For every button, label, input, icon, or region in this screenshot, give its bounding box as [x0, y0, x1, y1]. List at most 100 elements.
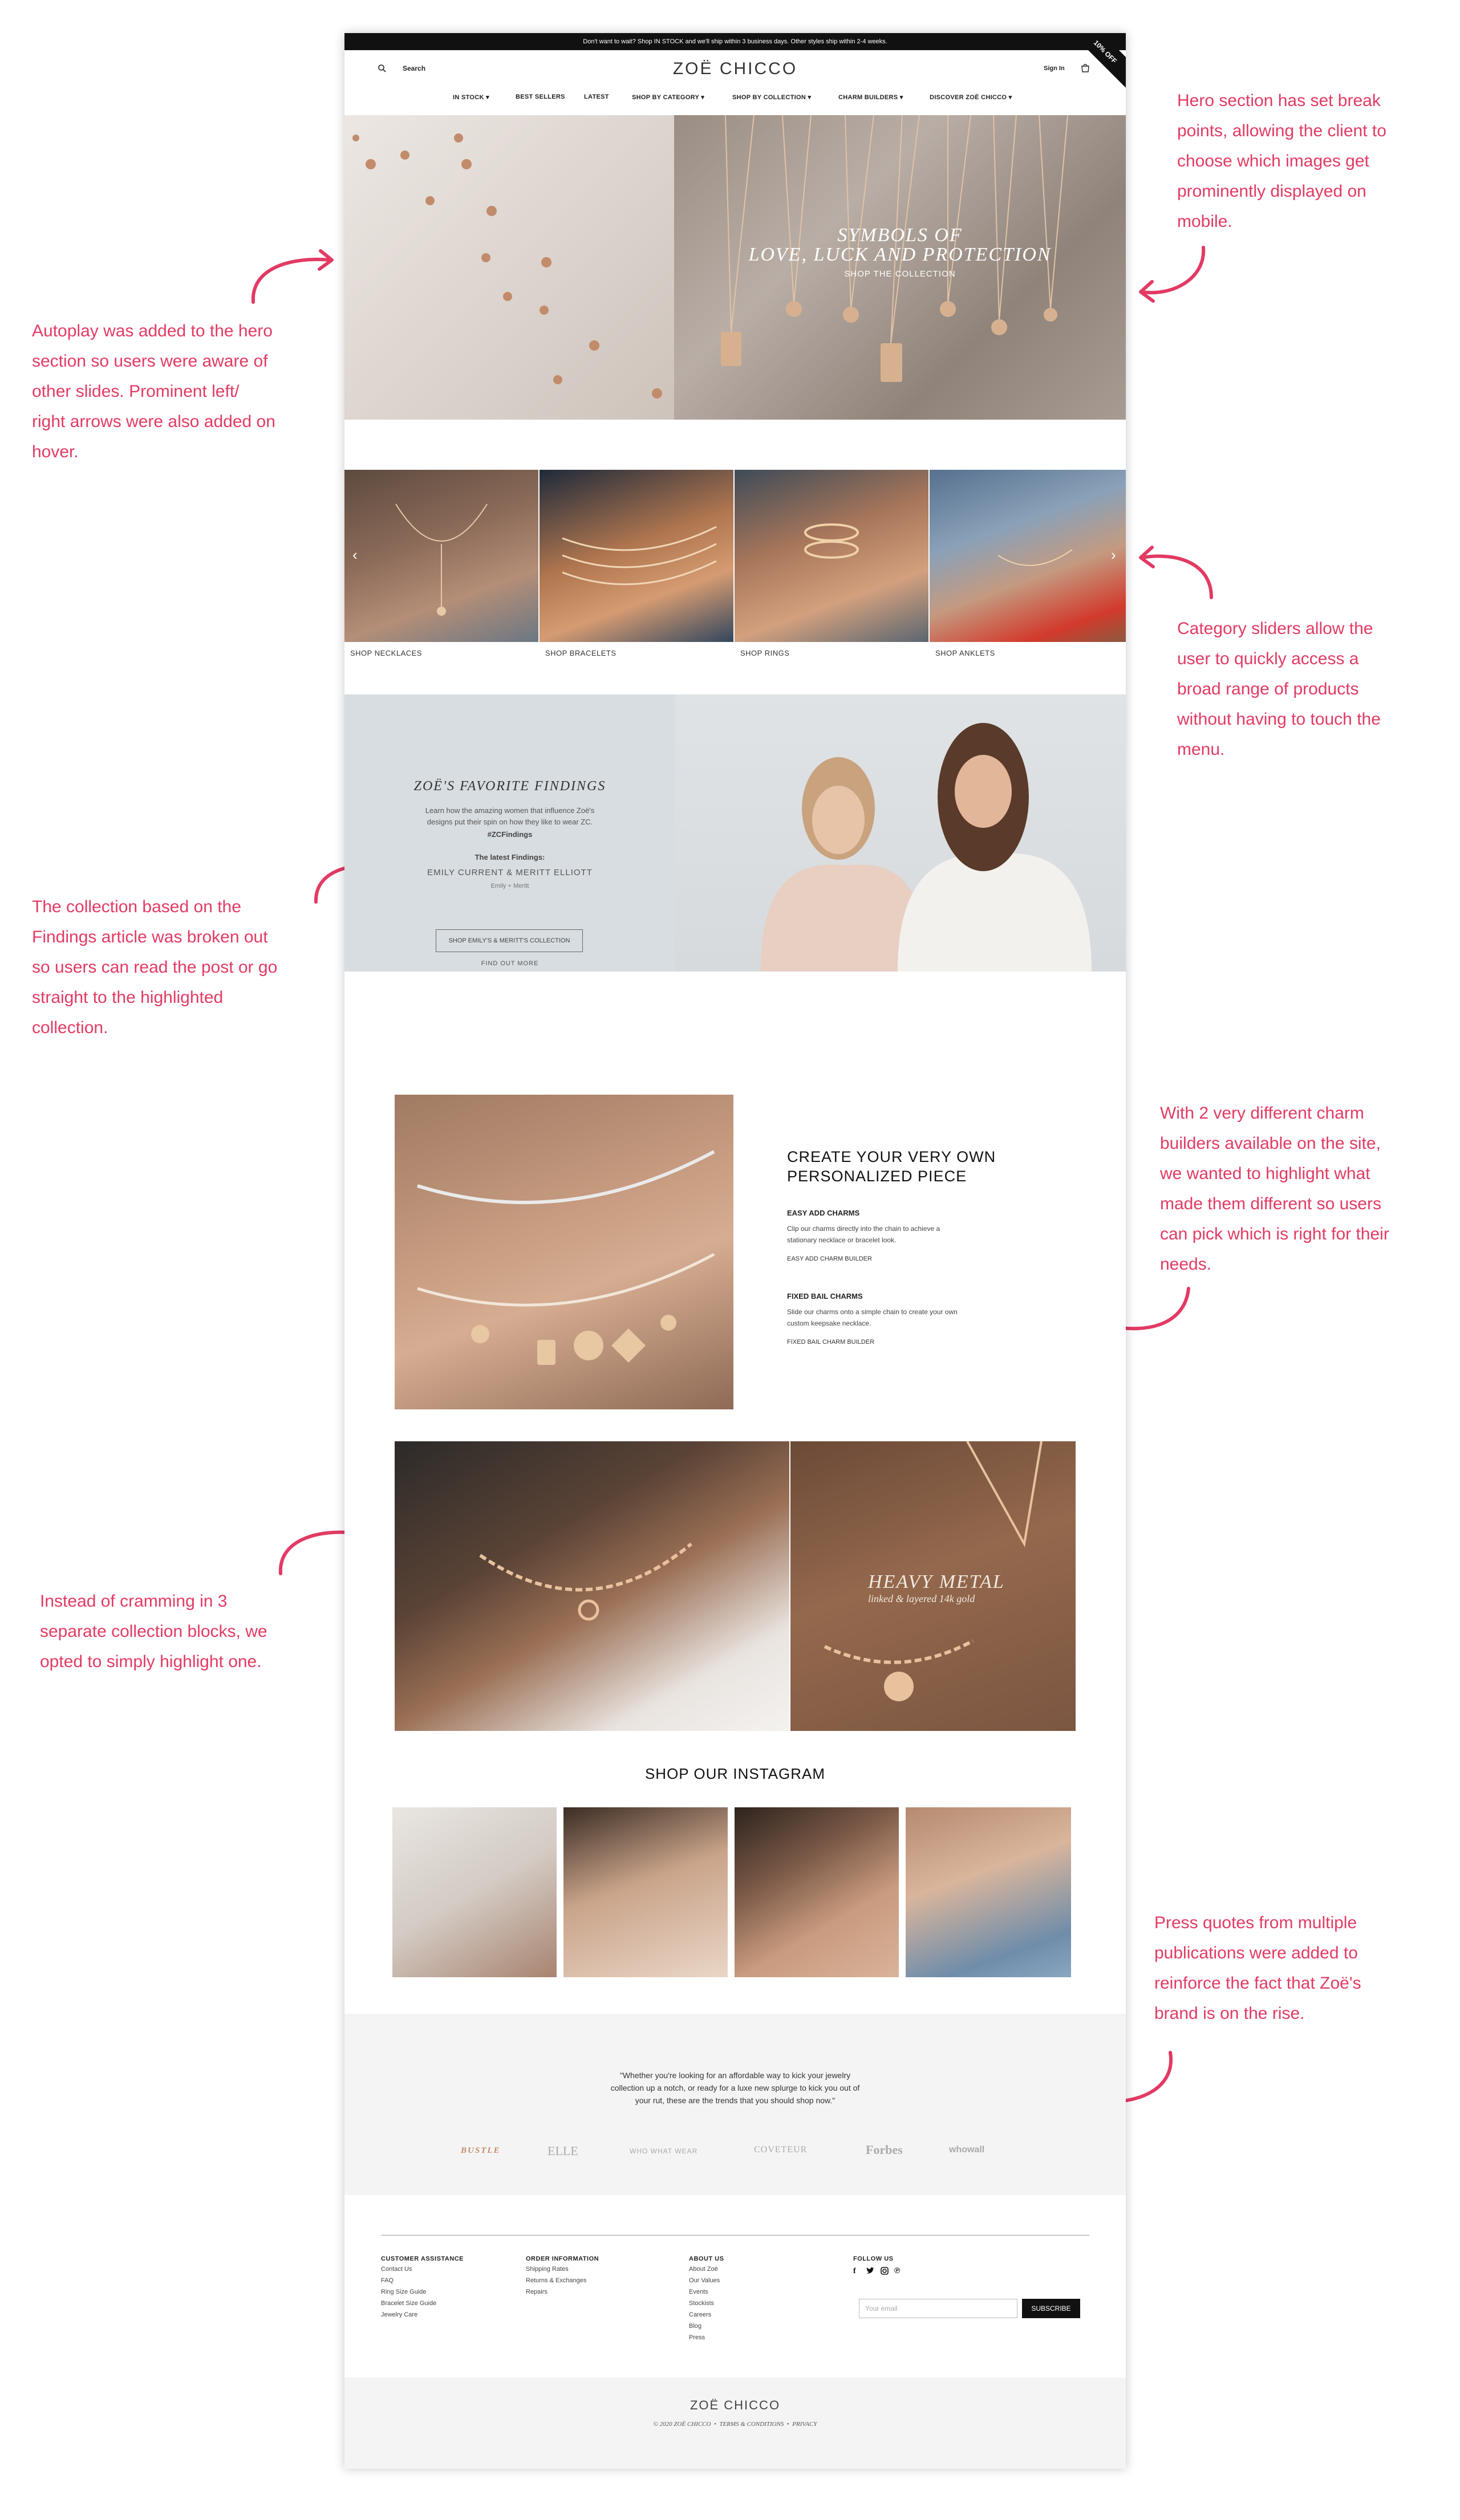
annotation-line: so users can read the post or go	[32, 958, 278, 977]
category-tile-bracelets[interactable]	[540, 470, 733, 642]
footer-link[interactable]: Events	[689, 2289, 708, 2295]
footer-link[interactable]: Stockists	[689, 2300, 714, 2307]
annotation-line: With 2 very different charm	[1160, 1104, 1364, 1123]
nav-label: DISCOVER ZOË CHICCO	[930, 94, 1007, 101]
nav-in-stock[interactable]: IN STOCK ▾	[453, 94, 489, 101]
annotation-line: collection.	[32, 1018, 108, 1037]
anklet-icon	[997, 549, 1073, 566]
annotation-line: choose which images get	[1177, 152, 1369, 170]
footer-link[interactable]: Our Values	[689, 2277, 720, 2284]
instagram-post-4[interactable]	[906, 1807, 1071, 1977]
footer-link[interactable]: Jewelry Care	[381, 2311, 417, 2318]
footer-link[interactable]: Ring Size Guide	[381, 2289, 427, 2295]
hero-cta[interactable]: SHOP THE COLLECTION	[674, 269, 1126, 279]
nav-best-sellers[interactable]: BEST SELLERS	[516, 94, 565, 100]
facebook-icon[interactable]: f	[853, 2267, 856, 2276]
collection-photo-left[interactable]	[395, 1441, 789, 1731]
personalized-photo[interactable]	[395, 1095, 733, 1409]
hero-title-line2: LOVE, LUCK AND PROTECTION	[748, 244, 1052, 265]
footer-link[interactable]: Shipping Rates	[526, 2266, 569, 2273]
findings-sub: Emily + Meritt	[490, 883, 529, 889]
twitter-icon[interactable]	[866, 2267, 875, 2278]
site-logo[interactable]: ZOË CHICCO	[344, 59, 1126, 79]
footer-link[interactable]: Repairs	[526, 2289, 548, 2295]
findings-body-line2: designs put their spin on how they like …	[427, 818, 593, 826]
newsletter-email-input[interactable]: Your email	[859, 2299, 1017, 2318]
chevron-down-icon: ▾	[808, 94, 812, 101]
ring-icon	[804, 523, 859, 559]
category-label-rings[interactable]: SHOP RINGS	[740, 649, 789, 657]
press-quote-line2: collection up a notch, or ready for a lu…	[610, 2083, 860, 2092]
category-tile-rings[interactable]	[735, 470, 928, 642]
press-logo-coveteur[interactable]: COVETEUR	[754, 2145, 807, 2155]
instagram-post-3[interactable]	[735, 1807, 899, 1977]
findings-body-line1: Learn how the amazing women that influen…	[425, 806, 595, 815]
fixed-bail-builder-link[interactable]: FIXED BAIL CHARM BUILDER	[787, 1339, 874, 1346]
nav-discover[interactable]: DISCOVER ZOË CHICCO ▾	[930, 94, 1012, 101]
cart-icon[interactable]	[1080, 63, 1090, 73]
footer-link[interactable]: Returns & Exchanges	[526, 2277, 586, 2284]
category-label-anklets[interactable]: SHOP ANKLETS	[935, 649, 995, 657]
annotation-charm-builders: With 2 very different charm builders ava…	[1160, 1098, 1457, 1279]
sign-in-link[interactable]: Sign In	[1044, 65, 1065, 72]
arrow-icon	[1139, 546, 1213, 599]
findings-find-out-more[interactable]: FIND OUT MORE	[344, 960, 675, 967]
findings-photo[interactable]	[675, 694, 1126, 972]
nav-shop-by-collection[interactable]: SHOP BY COLLECTION ▾	[732, 94, 811, 101]
nav-charm-builders[interactable]: CHARM BUILDERS ▾	[838, 94, 903, 101]
subscribe-button[interactable]: SUBSCRIBE	[1022, 2299, 1080, 2318]
footer-link[interactable]: Blog	[689, 2323, 701, 2330]
press-logo-elle[interactable]: ELLE	[548, 2144, 578, 2159]
footer-col2-title: ORDER INFORMATION	[526, 2255, 599, 2262]
instagram-post-1[interactable]	[392, 1807, 557, 1977]
annotation-line: straight to the highlighted	[32, 988, 224, 1007]
website-mockup: Don't want to wait? Shop IN STOCK and we…	[344, 33, 1126, 2469]
press-logo-whowhatwear[interactable]: WHO WHAT WEAR	[630, 2147, 697, 2155]
separator: •	[712, 2421, 718, 2428]
nav-latest[interactable]: LATEST	[584, 94, 609, 100]
slider-prev-arrow[interactable]: ‹	[352, 546, 358, 564]
press-logo-forbes[interactable]: Forbes	[866, 2143, 903, 2157]
footer-link[interactable]: Careers	[689, 2311, 711, 2318]
easy-add-builder-link[interactable]: EASY ADD CHARM BUILDER	[787, 1255, 872, 1262]
category-label-necklaces[interactable]: SHOP NECKLACES	[350, 649, 422, 657]
pinterest-icon[interactable]: ℗	[894, 2266, 900, 2275]
bracelet-icon	[562, 526, 717, 586]
footer-link[interactable]: Contact Us	[381, 2266, 412, 2273]
findings-names: EMILY CURRENT & MERITT ELLIOTT	[427, 868, 593, 877]
annotation-line: Instead of cramming in 3	[40, 1592, 228, 1611]
findings-section: ZOË'S FAVORITE FINDINGS Learn how the am…	[344, 694, 1126, 972]
easy-add-title: EASY ADD CHARMS	[787, 1209, 860, 1217]
privacy-link[interactable]: PRIVACY	[792, 2421, 817, 2428]
heavy-metal-title: HEAVY METAL	[868, 1571, 1005, 1592]
category-tile-necklaces[interactable]	[344, 470, 538, 642]
hero-image-right[interactable]: SYMBOLS OF LOVE, LUCK AND PROTECTION SHO…	[674, 115, 1126, 420]
terms-link[interactable]: TERMS & CONDITIONS	[719, 2421, 784, 2428]
collection-photo-right[interactable]: HEAVY METAL linked & layered 14k gold	[790, 1441, 1076, 1731]
arrow-icon	[251, 249, 334, 304]
annotation-line: opted to simply highlight one.	[40, 1652, 262, 1671]
press-logo-bustle[interactable]: BUSTLE	[461, 2146, 501, 2156]
footer-link[interactable]: Press	[689, 2334, 705, 2341]
category-label-bracelets[interactable]: SHOP BRACELETS	[545, 649, 617, 657]
footer-link[interactable]: FAQ	[381, 2277, 394, 2284]
footer-logo[interactable]: ZOË CHICCO	[344, 2398, 1126, 2413]
annotation-line: prominently displayed on	[1177, 182, 1366, 201]
instagram-post-2[interactable]	[563, 1807, 728, 1977]
footer-follow-title: FOLLOW US	[853, 2255, 894, 2262]
chevron-down-icon: ▾	[1008, 94, 1012, 101]
press-logo-whowall[interactable]: whowall	[949, 2145, 984, 2155]
footer-link[interactable]: About Zoë	[689, 2266, 718, 2273]
annotation-category-sliders: Category sliders allow the user to quick…	[1177, 613, 1451, 765]
hero-image-left[interactable]	[344, 115, 674, 420]
annotation-findings: The collection based on the Findings art…	[32, 892, 340, 1043]
annotation-hero-breakpoints: Hero section has set break points, allow…	[1177, 86, 1451, 237]
nav-shop-by-category[interactable]: SHOP BY CATEGORY ▾	[632, 94, 704, 101]
personalized-title-line2: PERSONALIZED PIECE	[787, 1168, 967, 1185]
findings-shop-button[interactable]: SHOP EMILY'S & MERITT'S COLLECTION	[436, 929, 583, 952]
slider-next-arrow[interactable]: ›	[1111, 546, 1116, 564]
instagram-icon[interactable]	[881, 2267, 889, 2278]
footer-link[interactable]: Bracelet Size Guide	[381, 2300, 436, 2307]
category-tile-anklets[interactable]	[930, 470, 1126, 642]
annotation-press: Press quotes from multiple publications …	[1154, 1908, 1451, 2029]
